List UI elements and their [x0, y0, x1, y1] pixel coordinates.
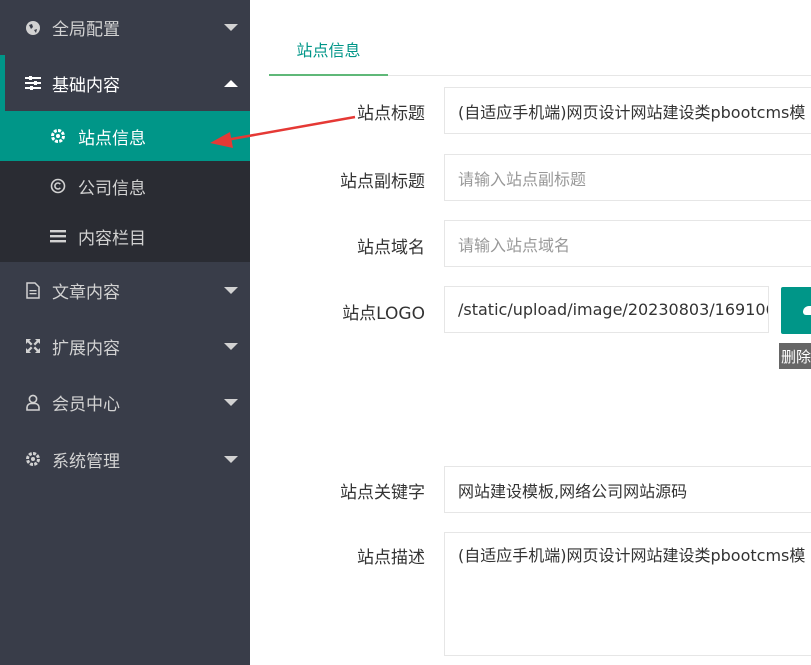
sidebar-item-extension-content[interactable]: 扩展内容: [0, 318, 250, 374]
site-keywords-label: 站点关键字: [340, 483, 425, 503]
user-icon: [24, 394, 42, 412]
sidebar-item-label: 文章内容: [52, 282, 120, 303]
sidebar-item-member-center[interactable]: 会员中心: [0, 374, 250, 431]
sidebar-item-article-content[interactable]: 文章内容: [0, 262, 250, 318]
site-description-label: 站点描述: [357, 548, 425, 568]
app-window: 全局配置 基础内容 站点信息 公司信息 内容栏目 文章内容 扩展内容 会员中心 …: [0, 0, 811, 665]
site-subtitle-label: 站点副标题: [340, 172, 425, 192]
sidebar-subitem-company-info[interactable]: 公司信息: [0, 161, 250, 211]
cloud-upload-icon: [803, 306, 811, 315]
site-logo-label: 站点LOGO: [342, 304, 425, 324]
sidebar-subitem-content-columns[interactable]: 内容栏目: [0, 211, 250, 261]
sidebar-item-system-management[interactable]: 系统管理: [0, 431, 250, 487]
copyright-icon: [49, 177, 67, 195]
site-domain-label: 站点域名: [357, 238, 425, 258]
globe-icon: [24, 19, 42, 37]
sidebar-subitem-label: 公司信息: [78, 178, 146, 199]
chevron-down-icon: [224, 399, 238, 406]
chevron-up-icon: [224, 79, 238, 87]
chevron-down-icon: [224, 342, 238, 350]
site-subtitle-input[interactable]: 请输入站点副标题: [444, 154, 811, 201]
chevron-down-icon: [224, 24, 238, 31]
site-title-input[interactable]: (自适应手机端)网页设计网站建设类pbootcms模: [444, 87, 811, 134]
document-icon: [24, 281, 42, 299]
tab-bar: 站点信息: [269, 24, 811, 76]
site-logo-input[interactable]: /static/upload/image/20230803/1691069: [444, 286, 769, 333]
sidebar-item-label: 全局配置: [52, 20, 120, 40]
sidebar-item-label: 扩展内容: [52, 338, 120, 359]
sidebar-subitem-site-info[interactable]: 站点信息: [0, 111, 250, 161]
sidebar-item-label: 基础内容: [52, 75, 120, 96]
gear-icon: [24, 450, 42, 468]
menu-icon: [49, 227, 67, 245]
sliders-icon: [24, 74, 42, 92]
site-description-textarea[interactable]: (自适应手机端)网页设计网站建设类pbootcms模: [444, 532, 811, 656]
sidebar-item-label: 系统管理: [52, 451, 120, 472]
site-keywords-input[interactable]: 网站建设模板,网络公司网站源码: [444, 466, 811, 513]
submenu: 站点信息 公司信息 内容栏目: [0, 111, 250, 262]
sidebar-item-basic-content[interactable]: 基础内容: [0, 55, 250, 111]
site-title-label: 站点标题: [357, 104, 425, 124]
sidebar-subitem-label: 站点信息: [78, 128, 146, 149]
gear-icon: [49, 127, 67, 145]
tab-site-info[interactable]: 站点信息: [269, 24, 388, 76]
chevron-down-icon: [224, 286, 238, 294]
sidebar-item-label: 会员中心: [52, 395, 120, 415]
site-domain-input[interactable]: 请输入站点域名: [444, 220, 811, 267]
sidebar: 全局配置 基础内容 站点信息 公司信息 内容栏目 文章内容 扩展内容 会员中心 …: [0, 0, 250, 665]
delete-logo-button[interactable]: 删除: [779, 343, 811, 369]
sidebar-subitem-label: 内容栏目: [78, 228, 146, 249]
main-content: 站点信息 站点标题 (自适应手机端)网页设计网站建设类pbootcms模 站点副…: [250, 0, 811, 665]
sidebar-item-global-config[interactable]: 全局配置: [0, 0, 250, 55]
upload-button[interactable]: [781, 287, 811, 334]
chevron-down-icon: [224, 455, 238, 463]
expand-icon: [24, 337, 42, 355]
